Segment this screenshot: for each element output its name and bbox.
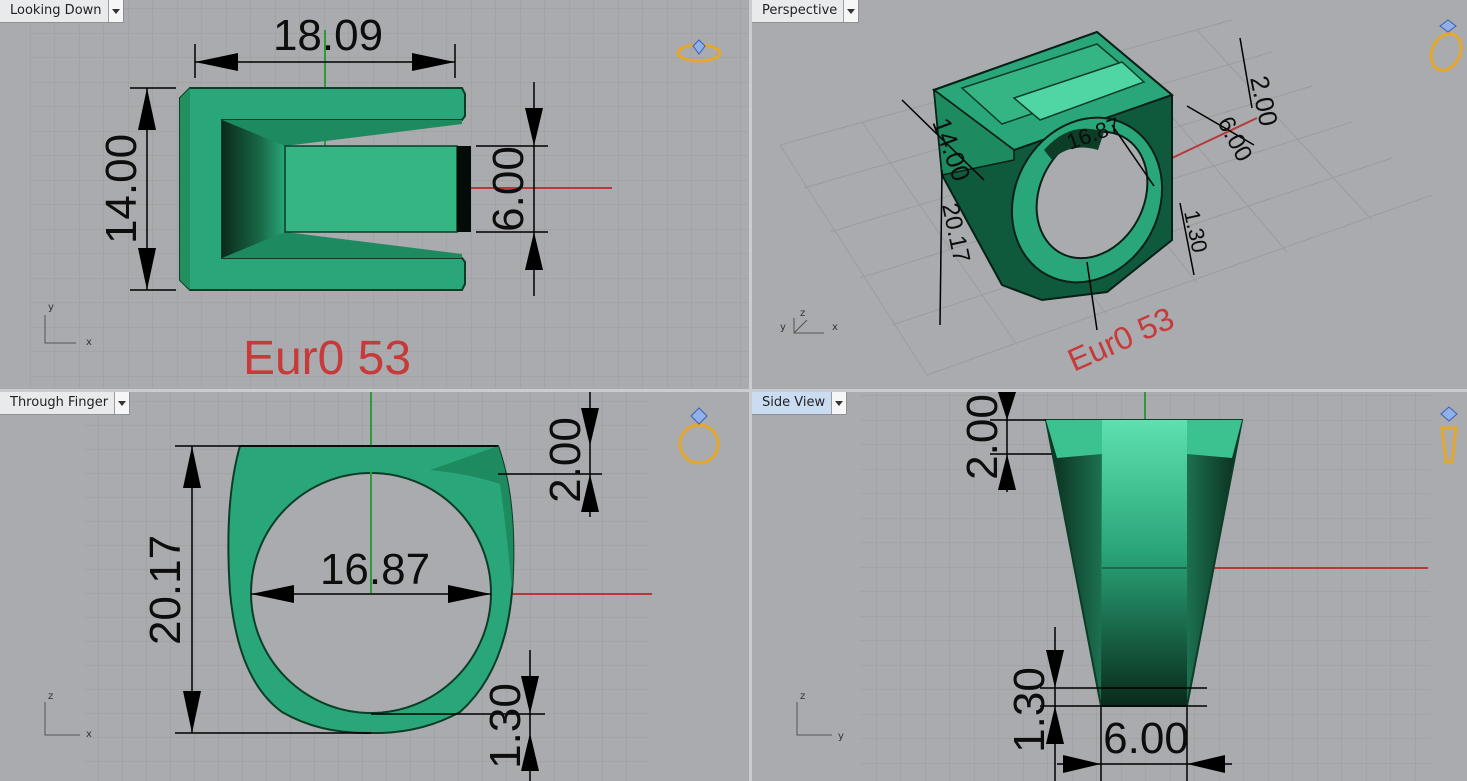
- svg-text:y: y: [48, 302, 54, 313]
- dimension-label-top-thickness: 2.00: [958, 394, 1007, 480]
- ring-size-label: Eur0 53: [243, 332, 411, 385]
- ring-size-label: Eur0 53: [1062, 300, 1179, 378]
- viewport-title: Side View: [762, 395, 826, 410]
- ring-side-icon[interactable]: [1434, 404, 1464, 470]
- axis-triad: y z x: [780, 308, 838, 334]
- svg-text:x: x: [86, 337, 92, 348]
- dimension-label-bottom-thickness: 1.30: [1005, 667, 1054, 753]
- ring-perspective-icon[interactable]: [1426, 18, 1466, 76]
- axis-triad: z y: [796, 691, 844, 742]
- dropdown-arrow-icon[interactable]: [831, 392, 847, 414]
- dropdown-arrow-icon[interactable]: [107, 0, 123, 22]
- dimension-label-width: 6.00: [1103, 714, 1189, 763]
- svg-text:x: x: [832, 322, 838, 333]
- ring-top-shape[interactable]: [179, 87, 471, 291]
- viewport-canvas[interactable]: 18.09 14.00 6.00 Eur0 53 y x: [0, 0, 749, 389]
- svg-text:z: z: [800, 691, 805, 702]
- viewport-tab-perspective[interactable]: Perspective: [752, 0, 860, 23]
- ring-top-icon[interactable]: [674, 38, 724, 66]
- viewport-tab-top[interactable]: Looking Down: [0, 0, 124, 23]
- viewport-canvas[interactable]: 20.17 16.87 2.00 1.30 z x: [0, 392, 749, 781]
- dropdown-arrow-icon[interactable]: [114, 392, 130, 414]
- dimension-label-height: 20.17: [141, 535, 190, 645]
- viewport-title: Perspective: [762, 3, 838, 18]
- dimension-label-bottom-thickness: 1.30: [481, 683, 530, 769]
- dimension-label-depth: 14.00: [97, 134, 146, 244]
- svg-text:z: z: [48, 691, 53, 702]
- viewport-title: Looking Down: [10, 3, 102, 18]
- viewport-title: Through Finger: [10, 395, 109, 410]
- dimension-label-top-thickness: 2.00: [541, 417, 590, 503]
- viewport-front[interactable]: Through Finger 20.17 16.87 2.00 1.30 z x: [0, 392, 749, 781]
- svg-text:y: y: [780, 322, 786, 333]
- dimension-label-inner-diameter: 16.87: [320, 545, 430, 594]
- viewport-top[interactable]: Looking Down 18.09 14.00 6.00 Eur0 53 y …: [0, 0, 749, 389]
- ring-front-icon[interactable]: [675, 404, 723, 468]
- axis-triad: z x: [44, 691, 92, 740]
- dimension-label-bottom: 1.30: [1179, 208, 1212, 255]
- viewport-canvas[interactable]: 14.00 2.00 6.00 20.17 1.30 16.87 Eur0 53…: [752, 0, 1467, 389]
- viewport-canvas[interactable]: 2.00 1.30 6.00 z y: [752, 392, 1467, 781]
- svg-text:z: z: [800, 308, 805, 319]
- dimension-label-gap: 6.00: [484, 146, 533, 232]
- viewport-perspective[interactable]: Perspective 14.00 2.00 6.00 20.17 1.30 1…: [752, 0, 1467, 389]
- svg-text:x: x: [86, 729, 92, 740]
- svg-text:y: y: [838, 731, 844, 742]
- dimension-label-width: 18.09: [273, 11, 383, 60]
- viewport-side[interactable]: Side View 2.00 1.30 6.00 z y: [752, 392, 1467, 781]
- dropdown-arrow-icon[interactable]: [843, 0, 859, 22]
- viewport-tab-front[interactable]: Through Finger: [0, 392, 131, 415]
- viewport-tab-side[interactable]: Side View: [752, 392, 848, 415]
